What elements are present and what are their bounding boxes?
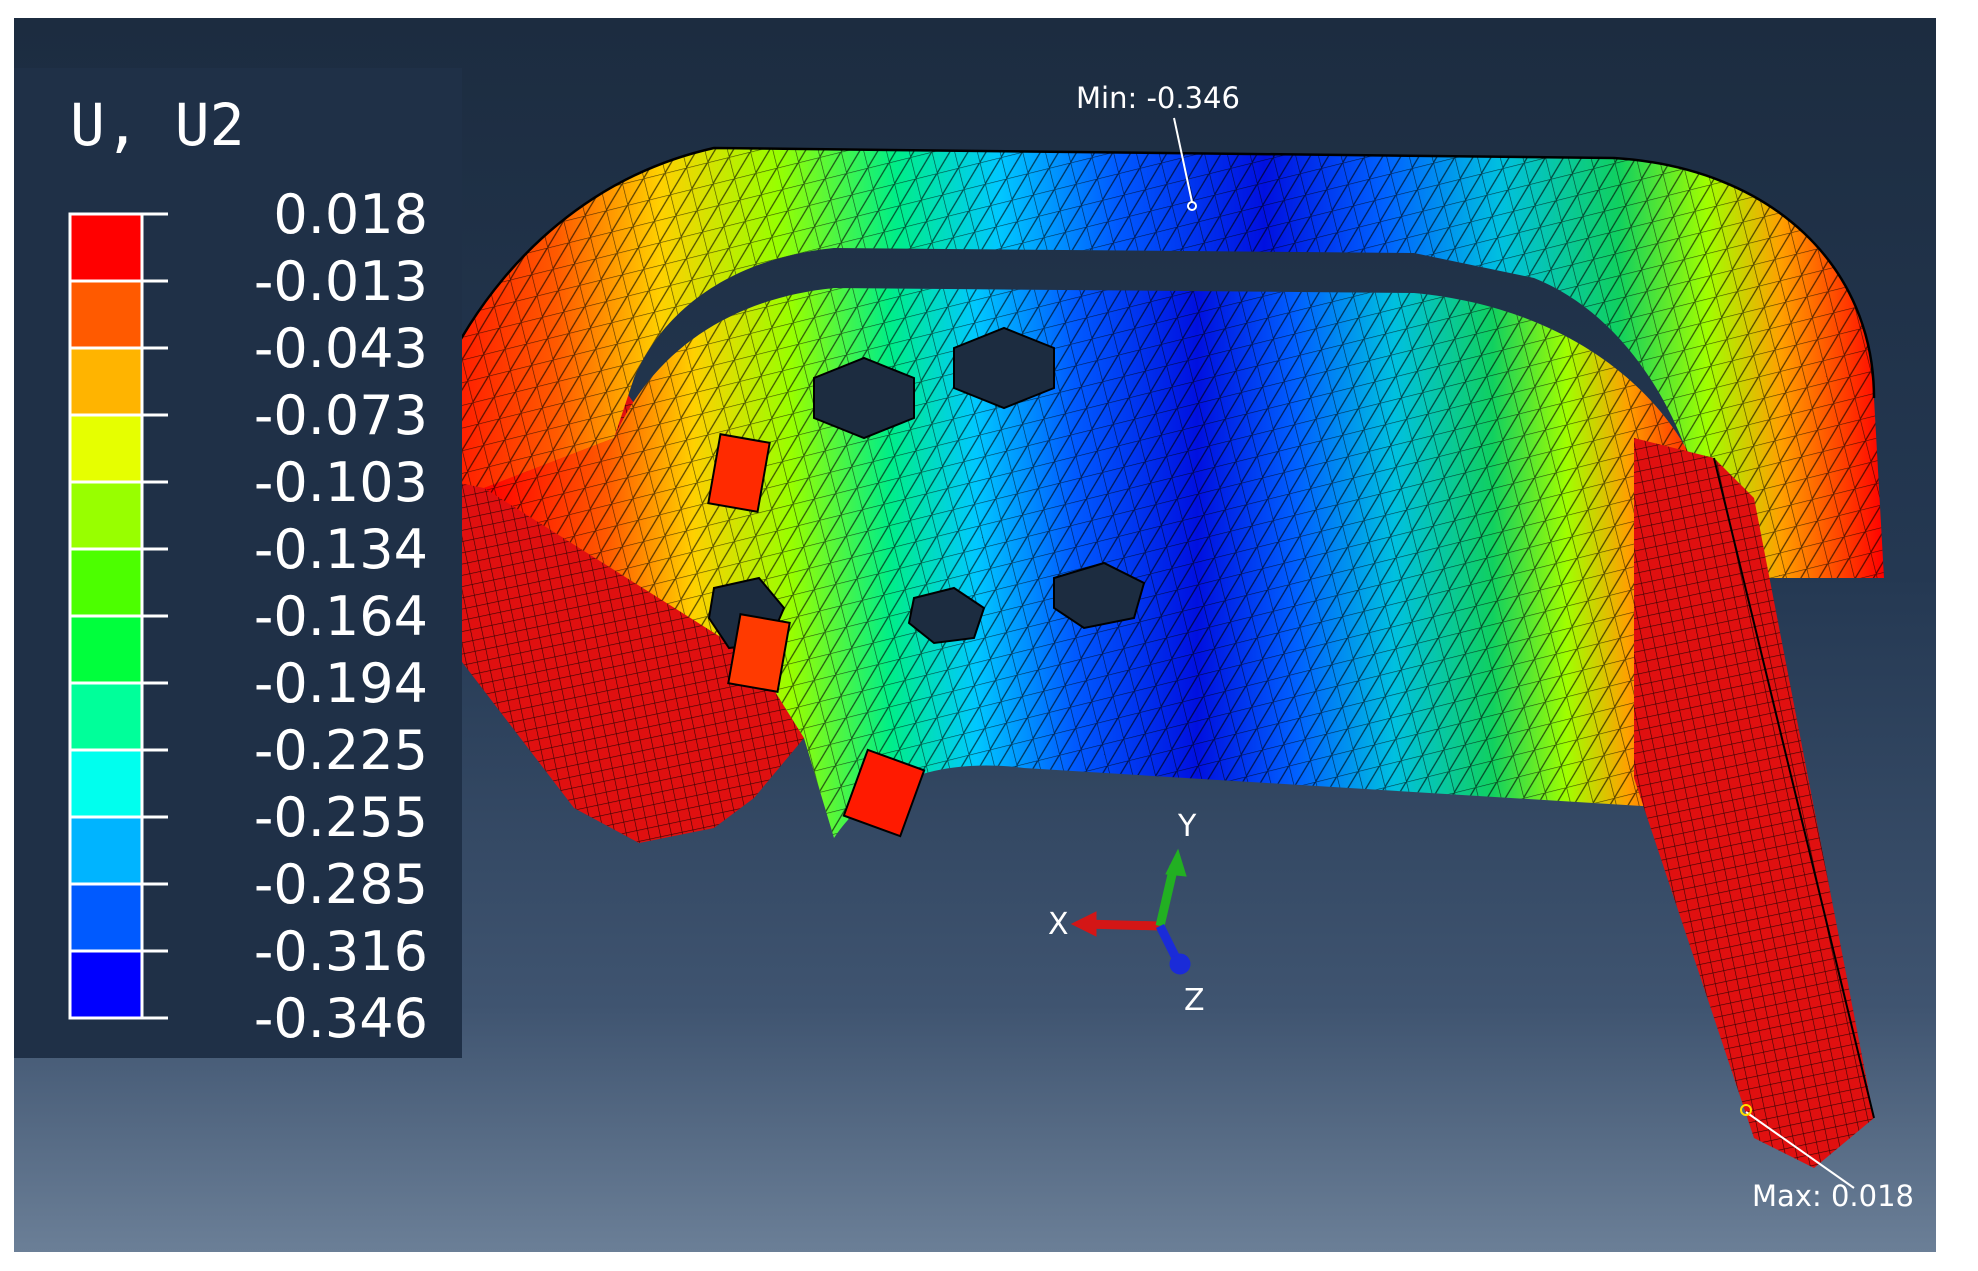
legend-value-label: -0.316 xyxy=(253,920,428,983)
legend-value-label: -0.134 xyxy=(253,518,428,581)
axis-triad xyxy=(1070,848,1191,975)
legend-value-label: -0.073 xyxy=(253,384,428,447)
z-axis-line xyxy=(1155,923,1181,961)
legend-band xyxy=(68,815,144,886)
legend-band xyxy=(68,748,144,819)
min-label: Min: -0.346 xyxy=(1076,81,1240,115)
legend-value-label: -0.225 xyxy=(253,719,428,782)
slot-1 xyxy=(707,433,771,513)
legend-band xyxy=(68,882,144,953)
triad-z-label: Z xyxy=(1184,983,1205,1018)
legend-band xyxy=(68,212,144,283)
legend-band xyxy=(68,279,144,350)
legend-value-label: -0.043 xyxy=(253,317,428,380)
y-axis-head xyxy=(1165,848,1187,877)
legend-band xyxy=(68,949,144,1020)
legend-value-label: -0.013 xyxy=(253,250,428,313)
legend-value-label: -0.285 xyxy=(253,853,428,916)
max-label: Max: 0.018 xyxy=(1752,1179,1914,1213)
x-axis-head xyxy=(1070,911,1097,937)
legend-band xyxy=(68,681,144,752)
slot-2 xyxy=(727,613,791,693)
legend-band xyxy=(68,547,144,618)
legend-value-label: -0.103 xyxy=(253,451,428,514)
legend-value-label: -0.194 xyxy=(253,652,428,715)
legend-value-label: 0.018 xyxy=(273,183,428,246)
legend-band xyxy=(68,413,144,484)
z-axis-head xyxy=(1169,953,1191,975)
triad-y-label: Y xyxy=(1178,809,1197,844)
legend-value-label: -0.164 xyxy=(253,585,428,648)
legend-band xyxy=(68,346,144,417)
legend-title: U, U2 xyxy=(70,91,245,159)
legend-band xyxy=(68,480,144,551)
legend-band xyxy=(68,614,144,685)
legend-value-label: -0.346 xyxy=(253,987,428,1050)
legend-value-label: -0.255 xyxy=(253,786,428,849)
triad-x-label: X xyxy=(1048,907,1069,942)
